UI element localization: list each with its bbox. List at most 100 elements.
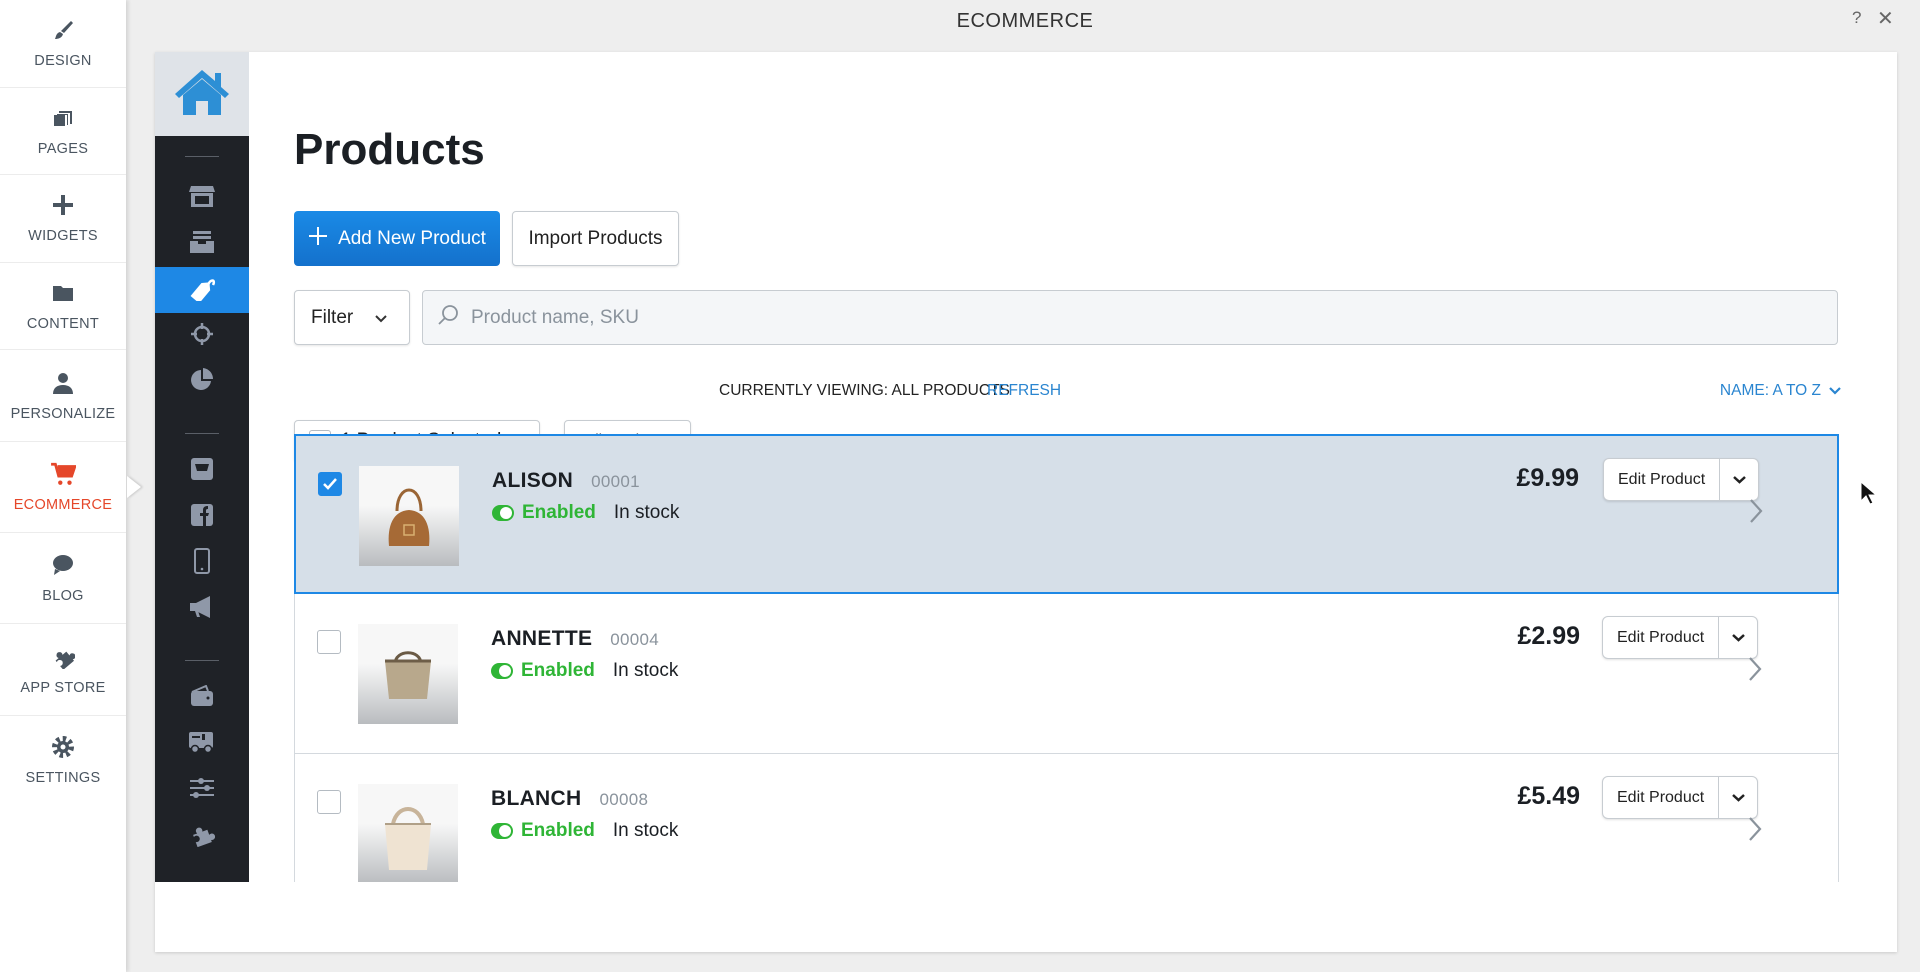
enabled-toggle-icon [491,823,513,839]
product-sku: 00004 [610,630,660,649]
sidebar-label: DESIGN [34,53,92,70]
sidebar-item-widgets[interactable]: WIDGETS [0,175,126,263]
product-name[interactable]: ALISON 00001 [492,469,640,493]
cart-icon [50,461,76,487]
edit-product-button[interactable]: Edit Product [1604,459,1721,500]
folder-icon [50,280,76,306]
sidebar-item-ecommerce[interactable]: ECOMMERCE [0,442,126,533]
rail-inbox[interactable] [155,221,249,267]
person-icon [50,370,76,396]
chevron-right-icon[interactable] [1749,498,1763,529]
home-button[interactable] [155,52,249,136]
rail-facebook[interactable] [155,494,249,540]
rail-store[interactable] [155,175,249,221]
close-button[interactable]: ✕ [1877,6,1894,31]
rail-apps[interactable] [155,813,249,859]
product-price: £9.99 [1516,464,1579,492]
sidebar-item-settings[interactable]: SETTINGS [0,716,126,804]
stock-label: In stock [612,660,679,681]
products-content: Products Add New Product Import Products… [294,52,1897,952]
product-sku: 00008 [599,790,649,809]
product-status: Enabled In stock [491,820,678,842]
pie-chart-icon [190,367,214,397]
product-price: £5.49 [1517,782,1580,810]
refresh-link[interactable]: REFRESH [987,382,1061,400]
rail-marketing[interactable] [155,586,249,632]
row-checkbox[interactable] [317,630,341,654]
product-status: Enabled In stock [491,660,678,682]
status-label: Enabled [521,660,595,681]
gear-icon [50,734,76,760]
stock-label: In stock [613,502,680,523]
product-thumbnail[interactable] [359,466,459,566]
store-icon [189,184,215,213]
rail-cart[interactable] [155,448,249,494]
edit-product-split-button: Edit Product [1602,616,1759,659]
sidebar-item-pages[interactable]: PAGES [0,88,126,175]
status-label: Enabled [522,502,596,523]
row-checkbox[interactable] [318,472,342,496]
mouse-cursor-icon [1860,480,1878,510]
sidebar-label: CONTENT [26,315,100,332]
edit-options-dropdown[interactable] [1720,459,1758,500]
filter-label: Filter [311,306,354,328]
chevron-down-icon [1829,382,1841,400]
sidebar-item-blog[interactable]: BLOG [0,533,126,624]
home-icon [173,67,231,122]
wallet-icon [190,684,214,712]
enabled-toggle-icon [491,663,513,679]
add-new-product-button[interactable]: Add New Product [294,211,500,266]
help-button[interactable]: ? [1852,8,1861,28]
rail-shipping[interactable] [155,721,249,767]
puzzle-icon [50,644,76,670]
product-row[interactable]: ANNETTE 00004 Enabled In stock £2.99 Edit … [294,594,1839,754]
rail-products[interactable] [155,267,249,313]
sidebar-item-content[interactable]: CONTENT [0,263,126,350]
rail-target[interactable] [155,313,249,359]
currently-viewing-text: CURRENTLY VIEWING: ALL PRODUCTS [719,382,1010,399]
add-new-product-label: Add New Product [338,227,486,249]
row-checkbox[interactable] [317,790,341,814]
rail-payments[interactable] [155,675,249,721]
product-thumbnail[interactable] [358,784,458,882]
filter-dropdown[interactable]: Filter [294,290,410,345]
sort-dropdown[interactable]: NAME: A TO Z [1720,382,1841,400]
sidebar-item-app-store[interactable]: APP STORE [0,624,126,716]
sidebar-label: APP STORE [20,679,106,696]
tag-icon [188,275,216,306]
plus-icon [50,192,76,218]
stock-label: In stock [612,820,679,841]
edit-product-button[interactable]: Edit Product [1603,617,1720,658]
product-thumbnail[interactable] [358,624,458,724]
speech-bubble-icon [50,552,76,578]
megaphone-icon [189,595,215,624]
edit-product-button[interactable]: Edit Product [1603,777,1720,818]
edit-product-split-button: Edit Product [1602,776,1759,819]
product-row[interactable]: BLANCH 00008 Enabled In stock £5.49 Edit P… [294,754,1839,882]
ecommerce-panel: Products Add New Product Import Products… [155,52,1897,952]
sidebar-item-personalize[interactable]: PERSONALIZE [0,350,126,442]
sidebar-item-design[interactable]: DESIGN [0,0,126,88]
sidebar-label: PERSONALIZE [10,405,116,422]
product-name[interactable]: ANNETTE 00004 [491,627,659,651]
rail-mobile[interactable] [155,540,249,586]
search-box[interactable] [422,290,1838,345]
search-icon [437,304,459,331]
import-products-button[interactable]: Import Products [512,211,679,266]
chevron-right-icon[interactable] [1748,816,1762,847]
import-products-label: Import Products [528,227,663,249]
target-icon [190,322,214,351]
edit-options-dropdown[interactable] [1719,617,1757,658]
product-sku: 00001 [591,472,640,491]
rail-settings[interactable] [155,767,249,813]
product-name[interactable]: BLANCH 00008 [491,787,648,811]
search-input[interactable] [471,306,1731,329]
mobile-icon [194,547,210,579]
facebook-icon [191,503,213,531]
edit-options-dropdown[interactable] [1719,777,1757,818]
rail-reports[interactable] [155,359,249,405]
chevron-right-icon[interactable] [1748,656,1762,687]
plus-icon [308,226,328,252]
edit-product-split-button: Edit Product [1603,458,1760,501]
product-row[interactable]: ALISON 00001 Enabled In stock £9.99 Edit P… [294,434,1839,594]
